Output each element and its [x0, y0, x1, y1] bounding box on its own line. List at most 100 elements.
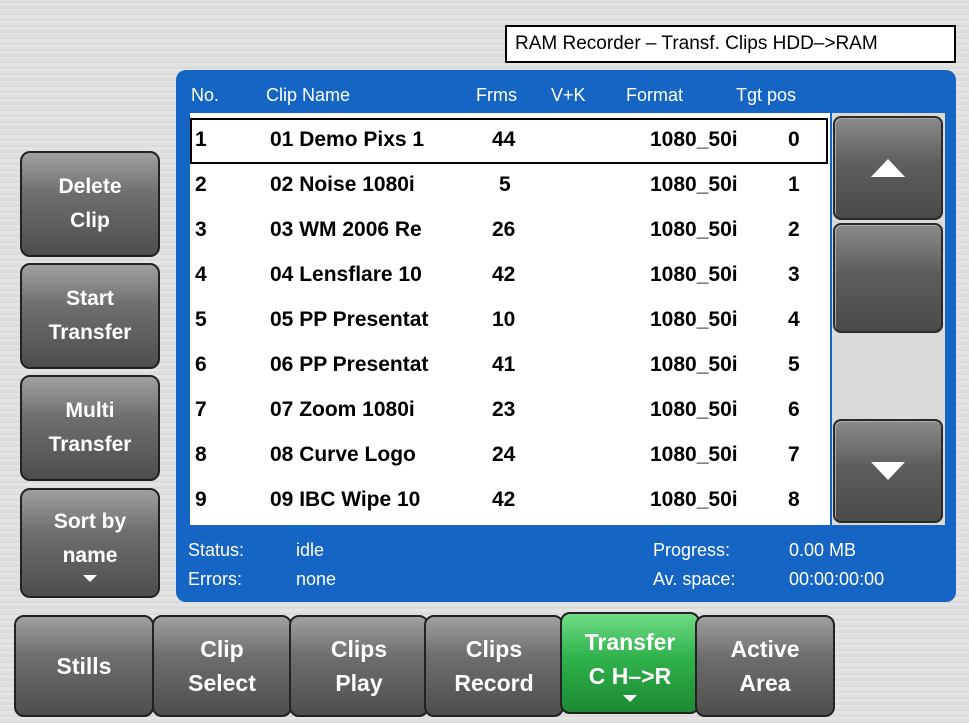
button-label-line: Clip — [70, 209, 110, 232]
table-row[interactable]: 3 03 WM 2006 Re 26 1080_50i 2 — [190, 207, 830, 252]
row-number: 5 — [195, 308, 207, 331]
button-label-line: Transfer — [584, 628, 676, 655]
clip-name: 07 Zoom 1080i — [270, 398, 415, 421]
row-number: 4 — [195, 263, 207, 286]
window-title: RAM Recorder – Transf. Clips HDD–>RAM — [505, 25, 956, 63]
clips-record-button[interactable]: Clips Record — [424, 615, 564, 717]
clip-frames: 10 — [492, 308, 516, 331]
row-number: 3 — [195, 218, 207, 241]
scrollbar-thumb[interactable] — [833, 223, 943, 333]
triangle-down-icon — [623, 694, 637, 702]
column-header-target-pos[interactable]: Tgt pos — [736, 85, 796, 106]
column-header-clip-name[interactable]: Clip Name — [266, 85, 350, 106]
button-label-line: Transfer — [48, 321, 132, 344]
clip-target-pos: 2 — [788, 218, 800, 241]
column-header-format[interactable]: Format — [626, 85, 683, 106]
clips-play-button[interactable]: Clips Play — [289, 615, 429, 717]
clip-format: 1080_50i — [650, 353, 738, 376]
clip-frames: 24 — [492, 443, 516, 466]
clip-target-pos: 3 — [788, 263, 800, 286]
multi-transfer-button[interactable]: Multi Transfer — [20, 375, 160, 481]
row-number: 7 — [195, 398, 207, 421]
clip-format: 1080_50i — [650, 308, 738, 331]
clip-frames: 44 — [492, 128, 516, 151]
clip-format: 1080_50i — [650, 443, 738, 466]
status-value: idle — [296, 540, 325, 560]
scroll-up-button[interactable] — [833, 116, 943, 220]
button-label-line: Stills — [56, 653, 112, 679]
clip-target-pos: 0 — [788, 128, 800, 151]
clip-name: 04 Lensflare 10 — [270, 263, 422, 286]
clip-frames: 41 — [492, 353, 516, 376]
row-number: 6 — [195, 353, 207, 376]
table-row[interactable]: 6 06 PP Presentat 41 1080_50i 5 — [190, 342, 830, 387]
row-number: 1 — [195, 128, 207, 151]
clip-name: 06 PP Presentat — [270, 353, 429, 376]
clip-frames: 42 — [492, 263, 516, 286]
table-row[interactable]: 9 09 IBC Wipe 10 42 1080_50i 8 — [190, 477, 830, 522]
clip-target-pos: 7 — [788, 443, 800, 466]
triangle-down-icon — [83, 574, 97, 582]
row-number: 8 — [195, 443, 207, 466]
progress-value: 0.00 MB — [789, 540, 857, 560]
clip-select-button[interactable]: Clip Select — [152, 615, 292, 717]
table-row[interactable]: 1 01 Demo Pixs 1 44 1080_50i 0 — [190, 117, 830, 162]
triangle-up-icon — [871, 159, 905, 177]
clip-target-pos: 5 — [788, 353, 800, 376]
status-label: Status: — [188, 540, 245, 560]
table-row[interactable]: 5 05 PP Presentat 10 1080_50i 4 — [190, 297, 830, 342]
button-label-line: Start — [66, 287, 114, 310]
button-label-line: C H–>R — [588, 662, 672, 689]
clip-list: 1 01 Demo Pixs 1 44 1080_50i 0 2 02 Nois… — [190, 113, 830, 525]
sort-by-name-button[interactable]: Sort by name — [20, 488, 160, 598]
clip-format: 1080_50i — [650, 128, 738, 151]
clip-name: 01 Demo Pixs 1 — [270, 128, 425, 151]
clip-frames: 26 — [492, 218, 516, 241]
clip-format: 1080_50i — [650, 263, 738, 286]
start-transfer-button[interactable]: Start Transfer — [20, 263, 160, 369]
clip-format: 1080_50i — [650, 398, 738, 421]
button-label-line: Active — [730, 636, 800, 662]
progress-label: Progress: — [653, 540, 731, 560]
clip-frames: 5 — [499, 173, 511, 196]
clip-target-pos: 1 — [788, 173, 800, 196]
table-row[interactable]: 4 04 Lensflare 10 42 1080_50i 3 — [190, 252, 830, 297]
button-label-line: Record — [454, 670, 534, 696]
button-label-line: Area — [739, 670, 791, 696]
button-label-line: Clips — [465, 636, 523, 662]
clip-name: 05 PP Presentat — [270, 308, 429, 331]
clip-frames: 42 — [492, 488, 516, 511]
available-space-value: 00:00:00:00 — [789, 569, 885, 589]
clip-format: 1080_50i — [650, 173, 738, 196]
clip-target-pos: 8 — [788, 488, 800, 511]
available-space-label: Av. space: — [653, 569, 736, 589]
button-label-line: Transfer — [48, 433, 132, 456]
button-label-line: Multi — [65, 399, 115, 422]
button-label-line: Select — [188, 670, 256, 696]
clip-name: 02 Noise 1080i — [270, 173, 415, 196]
clip-format: 1080_50i — [650, 488, 738, 511]
active-area-button[interactable]: Active Area — [695, 615, 835, 717]
errors-value: none — [296, 569, 337, 589]
delete-clip-button[interactable]: Delete Clip — [20, 151, 160, 257]
button-label-line: Play — [335, 670, 383, 696]
table-row[interactable]: 2 02 Noise 1080i 5 1080_50i 1 — [190, 162, 830, 207]
triangle-down-icon — [871, 462, 905, 480]
table-row[interactable]: 8 08 Curve Logo 24 1080_50i 7 — [190, 432, 830, 477]
button-label-line: Sort by — [53, 509, 127, 533]
clip-name: 03 WM 2006 Re — [270, 218, 422, 241]
clip-frames: 23 — [492, 398, 516, 421]
button-label-line: Clip — [200, 636, 244, 662]
stills-button[interactable]: Stills — [14, 615, 154, 717]
column-header-vk[interactable]: V+K — [551, 85, 586, 106]
table-row[interactable]: 7 07 Zoom 1080i 23 1080_50i 6 — [190, 387, 830, 432]
button-label-line: Delete — [58, 175, 122, 198]
scroll-down-button[interactable] — [833, 419, 943, 523]
clip-target-pos: 4 — [788, 308, 800, 331]
clip-name: 08 Curve Logo — [270, 443, 416, 466]
column-header-frames[interactable]: Frms — [476, 85, 517, 106]
row-number: 2 — [195, 173, 207, 196]
transfer-button[interactable]: Transfer C H–>R — [560, 612, 700, 714]
column-header-no[interactable]: No. — [191, 85, 219, 106]
row-number: 9 — [195, 488, 207, 511]
